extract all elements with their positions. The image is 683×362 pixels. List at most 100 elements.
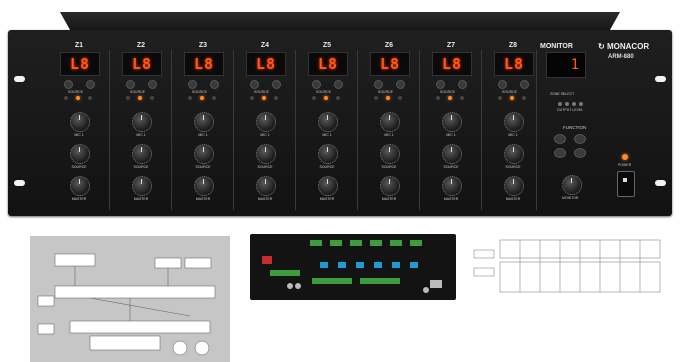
zone-display: L8	[432, 52, 472, 76]
source-label: SOURCE	[192, 90, 207, 94]
source-label: SOURCE	[440, 90, 455, 94]
mic-knob-label: MIC 1	[136, 133, 146, 137]
zone-label: Z6	[384, 42, 394, 49]
mic-knob[interactable]	[194, 112, 214, 132]
zone-strip-7: Z7 L8 SOURCE MIC 1 SOURCE MASTER	[422, 40, 480, 210]
source-knob[interactable]	[194, 144, 214, 164]
zone-button-left[interactable]	[188, 80, 197, 89]
zone-strip-5: Z5 L8 SOURCE MIC 1 SOURCE MASTER	[298, 40, 356, 210]
zone-display: L8	[494, 52, 534, 76]
mic-knob[interactable]	[442, 112, 462, 132]
master-knob-label: MASTER	[133, 197, 149, 201]
master-knob[interactable]	[442, 176, 462, 196]
mic-knob[interactable]	[70, 112, 90, 132]
output-led-1	[558, 102, 562, 106]
function-button-1[interactable]	[554, 134, 566, 144]
source-knob[interactable]	[380, 144, 400, 164]
zone-button-right[interactable]	[458, 80, 467, 89]
zone-led-1	[374, 96, 378, 100]
zone-led-2	[336, 96, 340, 100]
zone-display: L8	[308, 52, 348, 76]
zone-button-right[interactable]	[520, 80, 529, 89]
zone-led-1	[312, 96, 316, 100]
zone-button-right[interactable]	[86, 80, 95, 89]
master-knob-label: MASTER	[195, 197, 211, 201]
source-knob[interactable]	[70, 144, 90, 164]
power-led	[622, 154, 628, 160]
master-knob[interactable]	[318, 176, 338, 196]
mic-knob[interactable]	[132, 112, 152, 132]
monitor-knob[interactable]	[562, 175, 582, 195]
mic-knob[interactable]	[380, 112, 400, 132]
zone-button-left[interactable]	[436, 80, 445, 89]
master-knob[interactable]	[256, 176, 276, 196]
zone-button-right[interactable]	[210, 80, 219, 89]
zone-button-left[interactable]	[250, 80, 259, 89]
source-knob[interactable]	[256, 144, 276, 164]
source-label: SOURCE	[502, 90, 517, 94]
zone-display: L8	[246, 52, 286, 76]
master-knob[interactable]	[504, 176, 524, 196]
power-switch[interactable]	[617, 171, 635, 197]
source-knob-label: SOURCE	[195, 165, 211, 169]
zone-label: Z4	[260, 42, 270, 49]
source-knob-label: SOURCE	[133, 165, 149, 169]
source-knob[interactable]	[318, 144, 338, 164]
zone-led-active	[448, 96, 452, 100]
zone-strip-1: Z1 L8 SOURCE MIC 1 SOURCE MASTER	[50, 40, 108, 210]
function-button-3[interactable]	[554, 148, 566, 158]
zone-led-2	[398, 96, 402, 100]
source-knob[interactable]	[504, 144, 524, 164]
source-knob[interactable]	[442, 144, 462, 164]
zone-led-active	[324, 96, 328, 100]
zone-strip-3: Z3 L8 SOURCE MIC 1 SOURCE MASTER	[174, 40, 232, 210]
master-knob[interactable]	[132, 176, 152, 196]
source-knob[interactable]	[132, 144, 152, 164]
rack-hole-left-lower	[14, 180, 25, 186]
function-button-2[interactable]	[574, 134, 586, 144]
mic-knob[interactable]	[318, 112, 338, 132]
mixer-front-panel: Z1 L8 SOURCE MIC 1 SOURCE MASTER Z2 L8 S…	[8, 30, 672, 216]
zone-button-right[interactable]	[272, 80, 281, 89]
zone-button-left[interactable]	[126, 80, 135, 89]
mic-knob[interactable]	[504, 112, 524, 132]
brand-icon: ↻	[598, 42, 607, 51]
master-knob[interactable]	[194, 176, 214, 196]
unit-top-chassis	[60, 12, 620, 32]
power-label: POWER	[618, 163, 632, 167]
zone-button-left[interactable]	[498, 80, 507, 89]
zone-led-active	[200, 96, 204, 100]
zone-led-2	[150, 96, 154, 100]
zone-divider	[295, 50, 296, 210]
zone-button-right[interactable]	[148, 80, 157, 89]
master-knob-label: MASTER	[381, 197, 397, 201]
zone-button-left[interactable]	[312, 80, 321, 89]
wiring-diagram-image	[30, 236, 230, 362]
zone-button-left[interactable]	[374, 80, 383, 89]
master-knob[interactable]	[70, 176, 90, 196]
zone-label: Z1	[74, 42, 84, 49]
source-knob-label: SOURCE	[71, 165, 87, 169]
master-knob-label: MASTER	[257, 197, 273, 201]
mic-knob-label: MIC 1	[322, 133, 332, 137]
model-name: ARM-880	[608, 54, 634, 60]
function-label: FUNCTION	[563, 125, 587, 130]
mic-knob[interactable]	[256, 112, 276, 132]
zone-button-right[interactable]	[396, 80, 405, 89]
zone-strip-4: Z4 L8 SOURCE MIC 1 SOURCE MASTER	[236, 40, 294, 210]
zone-display: L8	[60, 52, 100, 76]
zone-button-left[interactable]	[64, 80, 73, 89]
zone-display: L8	[184, 52, 224, 76]
source-knob-label: SOURCE	[505, 165, 521, 169]
monitor-knob-label: MONITOR	[562, 196, 579, 200]
output-led-3	[572, 102, 576, 106]
function-button-4[interactable]	[574, 148, 586, 158]
zone-divider	[233, 50, 234, 210]
zone-led-1	[188, 96, 192, 100]
mic-knob-label: MIC 1	[260, 133, 270, 137]
zone-label: Z7	[446, 42, 456, 49]
zone-button-right[interactable]	[334, 80, 343, 89]
source-label: SOURCE	[316, 90, 331, 94]
rack-hole-right-lower	[655, 180, 666, 186]
master-knob[interactable]	[380, 176, 400, 196]
